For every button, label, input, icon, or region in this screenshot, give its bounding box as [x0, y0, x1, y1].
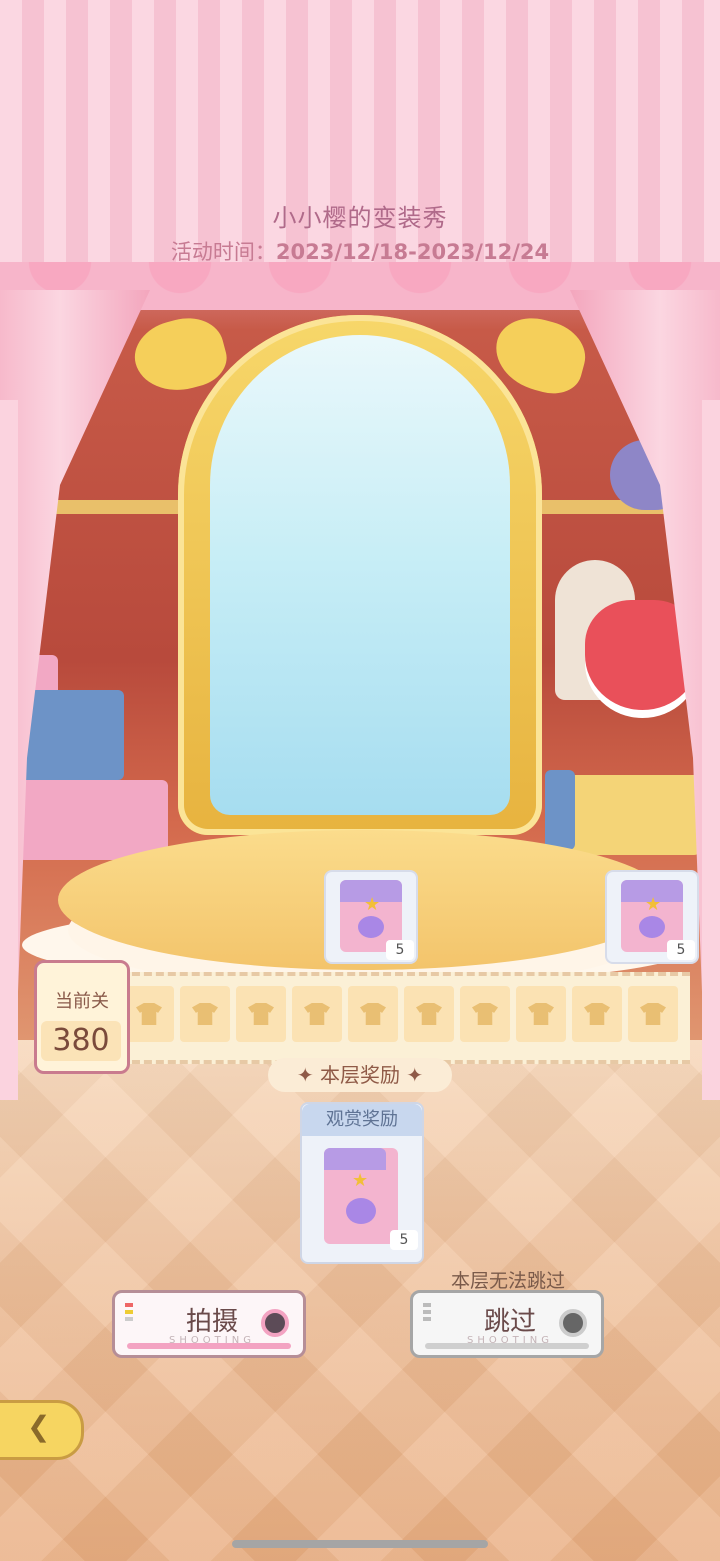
camera-lens-icon	[559, 1309, 587, 1337]
event-time-label: 活动时间：	[170, 240, 276, 264]
current-level-badge: 当前关 380	[34, 960, 130, 1074]
tshirt-icon	[528, 1003, 554, 1025]
floor-reward-title: ✦ 本层奖励 ✦	[268, 1058, 452, 1092]
reward-quantity: 5	[667, 940, 695, 960]
yellow-box	[566, 775, 700, 855]
current-level-number: 380	[41, 1021, 121, 1061]
level-cell	[348, 986, 398, 1042]
level-cell	[124, 986, 174, 1042]
floor-reward-title-text: 本层奖励	[320, 1063, 400, 1087]
track-reward-card[interactable]: ★ 5	[605, 870, 699, 964]
tshirt-icon	[304, 1003, 330, 1025]
mirror-glass	[210, 335, 510, 815]
tshirt-icon	[472, 1003, 498, 1025]
reward-quantity: 5	[390, 1230, 418, 1250]
shoot-button-bar	[127, 1343, 291, 1349]
skip-button[interactable]: 跳过 SHOOTING	[410, 1290, 604, 1358]
level-cell	[404, 986, 454, 1042]
tshirt-icon	[360, 1003, 386, 1025]
watch-reward-card[interactable]: 观赏奖励 ★ 5	[300, 1102, 424, 1264]
back-arrow-icon: ❮	[27, 1410, 51, 1443]
shoot-button[interactable]: 拍摄 SHOOTING	[112, 1290, 306, 1358]
level-cell	[628, 986, 678, 1042]
pink-trunk	[18, 780, 168, 860]
level-cell	[292, 986, 342, 1042]
blue-box-right	[545, 770, 575, 850]
level-cell	[572, 986, 622, 1042]
tshirt-icon	[640, 1003, 666, 1025]
tshirt-icon	[192, 1003, 218, 1025]
blue-box	[18, 690, 124, 780]
home-indicator[interactable]	[232, 1540, 488, 1548]
watch-reward-item: ★ 5	[316, 1144, 418, 1254]
track-reward-card[interactable]: ★ 5	[324, 870, 418, 964]
skip-button-bar	[425, 1343, 589, 1349]
event-time-range: 2023/12/18-2023/12/24	[275, 240, 550, 264]
tshirt-icon	[416, 1003, 442, 1025]
level-cell	[180, 986, 230, 1042]
watch-reward-header: 观赏奖励	[302, 1104, 422, 1136]
level-cell	[516, 986, 566, 1042]
right-pillar	[702, 400, 720, 1100]
camera-lens-icon	[261, 1309, 289, 1337]
level-cell	[460, 986, 510, 1042]
tshirt-icon	[136, 1003, 162, 1025]
level-cell	[236, 986, 286, 1042]
tshirt-icon	[248, 1003, 274, 1025]
event-title: 小小樱的变装秀	[272, 204, 448, 232]
gift-bag-icon: ★	[324, 1148, 398, 1244]
current-level-label: 当前关	[55, 991, 109, 1012]
left-pillar	[0, 400, 18, 1100]
skip-note: 本层无法跳过	[450, 1270, 565, 1292]
tshirt-icon	[584, 1003, 610, 1025]
back-button[interactable]: ❮	[0, 1400, 84, 1460]
event-time: 活动时间：2023/12/18-2023/12/24	[0, 236, 720, 266]
level-track	[120, 972, 690, 1064]
reward-quantity: 5	[386, 940, 414, 960]
